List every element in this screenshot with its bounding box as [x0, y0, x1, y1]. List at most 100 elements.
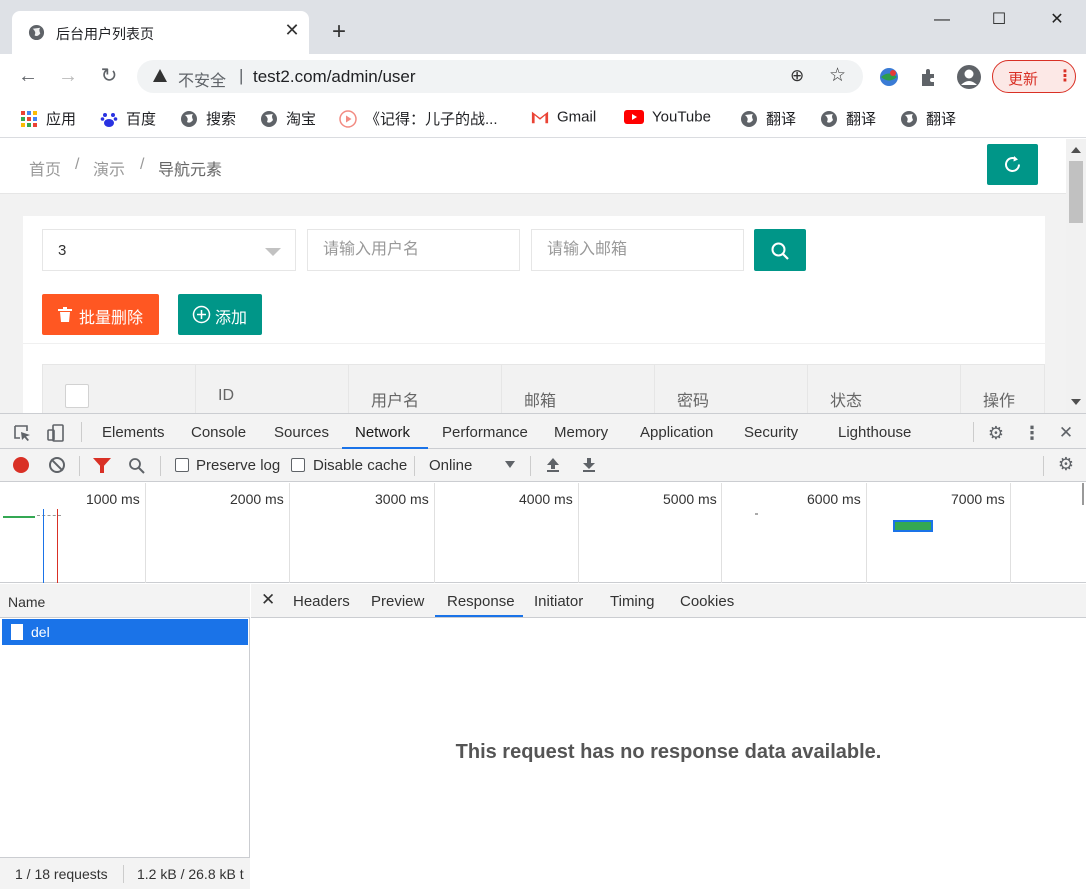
- tab-close-icon[interactable]: ✕: [282, 20, 302, 44]
- browser-tab[interactable]: 后台用户列表页 ✕: [12, 11, 309, 54]
- header-actions: 操作: [983, 393, 1016, 410]
- url-text[interactable]: test2.com/admin/user: [253, 67, 416, 87]
- tab-network[interactable]: Network: [355, 424, 410, 441]
- export-har-icon[interactable]: [581, 457, 597, 473]
- tab-initiator[interactable]: Initiator: [534, 593, 583, 610]
- request-row[interactable]: del: [2, 619, 248, 645]
- forward-icon[interactable]: →: [54, 62, 82, 90]
- tab-application[interactable]: Application: [640, 424, 713, 441]
- reload-icon[interactable]: ↻: [95, 62, 123, 90]
- bookmark-apps[interactable]: 应用: [20, 108, 76, 128]
- grid-line: [578, 483, 579, 583]
- chevron-down-icon: [265, 248, 281, 256]
- menu-dots-icon: ⋮: [1057, 68, 1073, 85]
- chevron-down-icon[interactable]: [505, 461, 515, 468]
- tab-performance[interactable]: Performance: [442, 424, 528, 441]
- header-email: 邮箱: [502, 365, 655, 413]
- email-input[interactable]: [531, 229, 744, 271]
- minimize-button[interactable]: —: [930, 8, 954, 32]
- inspect-element-icon[interactable]: [12, 423, 32, 443]
- globe-icon: [741, 110, 757, 127]
- breadcrumb: 首页 / 演示 / 导航元素: [0, 139, 1066, 194]
- tab-cookies[interactable]: Cookies: [680, 593, 734, 610]
- network-summary-bar: 1 / 18 requests 1.2 kB / 26.8 kB t: [0, 857, 250, 889]
- status-select[interactable]: 3: [42, 229, 296, 271]
- more-options-icon[interactable]: ⋮: [1022, 423, 1042, 443]
- tab-preview[interactable]: Preview: [371, 593, 424, 610]
- import-har-icon[interactable]: [545, 457, 561, 473]
- close-window-button[interactable]: ✕: [1045, 8, 1069, 32]
- refresh-button[interactable]: [987, 144, 1038, 185]
- zoom-icon[interactable]: ⊕: [790, 66, 804, 86]
- tab-elements[interactable]: Elements: [102, 424, 165, 441]
- tab-console[interactable]: Console: [191, 424, 246, 441]
- load-marker: [57, 509, 58, 583]
- user-list-card: 3 批量删除 添加: [23, 216, 1045, 413]
- bookmark-search[interactable]: 搜索: [180, 108, 236, 128]
- transfer-size: 1.2 kB / 26.8 kB t: [137, 866, 244, 882]
- add-button[interactable]: 添加: [178, 294, 262, 335]
- bookmark-gmail[interactable]: Gmail: [531, 108, 596, 128]
- clear-icon[interactable]: [49, 457, 65, 473]
- bookmark-taobao[interactable]: 淘宝: [260, 108, 316, 128]
- batch-delete-button[interactable]: 批量删除: [42, 294, 159, 335]
- scroll-up-icon[interactable]: [1071, 147, 1081, 153]
- network-overview-timeline[interactable]: 1000 ms 2000 ms 3000 ms 4000 ms 5000 ms …: [0, 483, 1086, 583]
- tab-sources[interactable]: Sources: [274, 424, 329, 441]
- address-bar[interactable]: 不安全 | test2.com/admin/user ⊕ ☆: [137, 60, 863, 93]
- time-label: 5000 ms: [663, 491, 717, 507]
- breadcrumb-separator: /: [140, 156, 145, 173]
- bookmark-translate-3[interactable]: 翻译: [900, 108, 956, 128]
- record-icon[interactable]: [13, 457, 29, 473]
- time-label: 2000 ms: [230, 491, 284, 507]
- breadcrumb-home[interactable]: 首页: [29, 156, 61, 180]
- update-button[interactable]: 更新 ⋮: [992, 60, 1076, 93]
- close-detail-icon[interactable]: ✕: [261, 590, 275, 610]
- tab-security[interactable]: Security: [744, 424, 798, 441]
- maximize-button[interactable]: ☐: [987, 8, 1011, 32]
- new-tab-button[interactable]: +: [328, 18, 350, 46]
- name-column-header[interactable]: Name: [0, 584, 250, 618]
- tab-timing[interactable]: Timing: [610, 593, 654, 610]
- request-list: Name del 1 / 18 requests 1.2 kB / 26.8 k…: [0, 584, 250, 889]
- document-icon: [11, 624, 23, 640]
- separator: [123, 865, 124, 883]
- extensions-puzzle-icon[interactable]: [918, 66, 940, 88]
- disable-cache-checkbox[interactable]: [291, 458, 305, 472]
- close-devtools-icon[interactable]: ✕: [1056, 423, 1076, 443]
- bookmark-article[interactable]: 《记得：儿子的战...: [339, 108, 498, 128]
- back-icon[interactable]: ←: [14, 62, 42, 90]
- network-settings-gear-icon[interactable]: ⚙: [1056, 454, 1076, 474]
- settings-gear-icon[interactable]: ⚙: [986, 423, 1006, 443]
- select-all-checkbox[interactable]: [65, 384, 89, 408]
- bookmark-star-icon[interactable]: ☆: [829, 64, 846, 87]
- grid-line: [434, 483, 435, 583]
- detail-tabbar: ✕ Headers Preview Response Initiator Tim…: [251, 584, 1086, 618]
- globe-icon: [181, 110, 197, 127]
- bookmark-youtube[interactable]: YouTube: [624, 108, 711, 128]
- search-button[interactable]: [754, 229, 806, 271]
- breadcrumb-demo[interactable]: 演示: [93, 156, 125, 180]
- tab-memory[interactable]: Memory: [554, 424, 608, 441]
- empty-response-message: This request has no response data availa…: [455, 741, 882, 763]
- page-viewport: 首页 / 演示 / 导航元素 3 请输入用户名 请输入邮箱 批量删除 添加 ID…: [0, 139, 1086, 413]
- tab-lighthouse[interactable]: Lighthouse: [838, 424, 911, 441]
- bookmark-baidu[interactable]: 百度: [100, 108, 156, 128]
- timeline-handle[interactable]: [1082, 483, 1084, 505]
- throttling-select[interactable]: Online: [429, 457, 472, 474]
- filter-icon-stem: [100, 466, 104, 473]
- preserve-log-checkbox[interactable]: [175, 458, 189, 472]
- bookmark-translate-1[interactable]: 翻译: [740, 108, 796, 128]
- scroll-down-icon[interactable]: [1071, 399, 1081, 405]
- profile-avatar-icon[interactable]: [956, 64, 982, 90]
- device-toolbar-icon[interactable]: [46, 423, 66, 443]
- username-input[interactable]: [307, 229, 520, 271]
- tab-headers[interactable]: Headers: [293, 593, 350, 610]
- scroll-thumb[interactable]: [1069, 161, 1083, 223]
- extension-globe-icon[interactable]: [878, 66, 900, 88]
- grid-line: [866, 483, 867, 583]
- search-icon[interactable]: [128, 457, 146, 475]
- bookmark-translate-2[interactable]: 翻译: [820, 108, 876, 128]
- page-scrollbar[interactable]: [1066, 139, 1086, 413]
- tab-response[interactable]: Response: [447, 593, 515, 610]
